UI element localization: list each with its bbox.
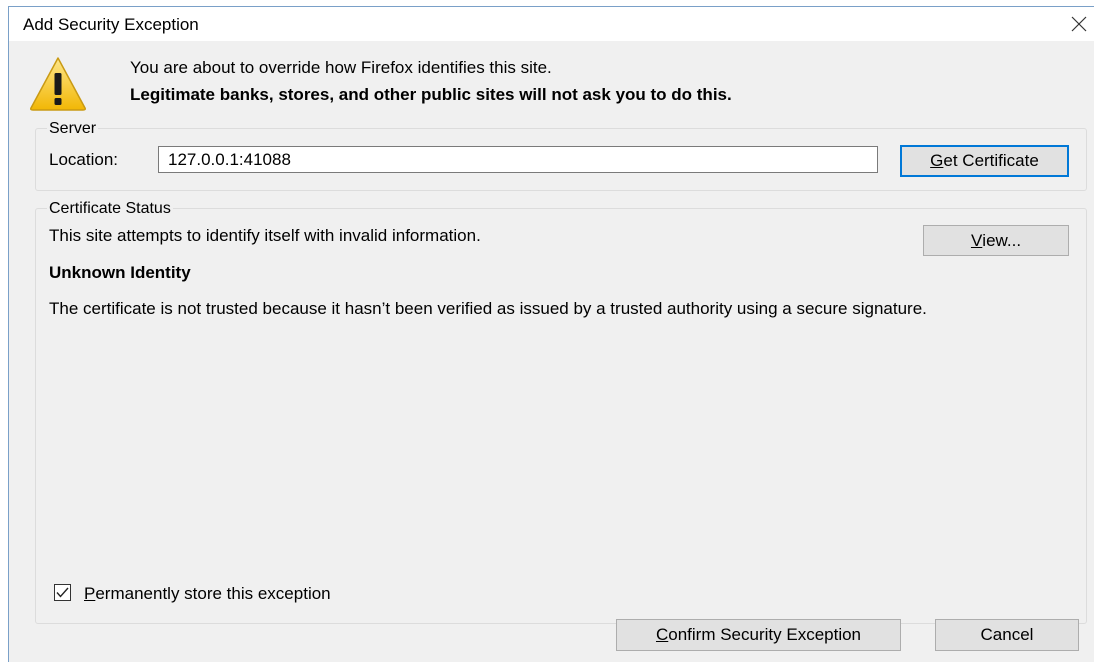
close-icon	[1071, 16, 1087, 32]
cancel-button[interactable]: Cancel	[935, 619, 1079, 651]
confirm-label: onfirm Security Exception	[668, 625, 862, 644]
get-certificate-accel: G	[930, 151, 944, 170]
location-label: Location:	[49, 150, 118, 169]
unknown-identity-heading: Unknown Identity	[49, 263, 191, 282]
permanent-exception-checkbox[interactable]	[54, 584, 71, 601]
permanent-accel: P	[84, 584, 96, 603]
get-certificate-button[interactable]: Get Certificate	[900, 145, 1069, 177]
checkmark-icon	[56, 587, 69, 598]
dialog-title: Add Security Exception	[23, 15, 199, 34]
get-certificate-label: et Certificate	[943, 151, 1039, 170]
confirm-accel: C	[655, 625, 669, 644]
warning-emphasis: Legitimate banks, stores, and other publ…	[130, 85, 732, 104]
certificate-status-group	[35, 208, 1087, 624]
permanent-label-text: ermanently store this exception	[95, 584, 331, 603]
confirm-security-exception-button[interactable]: Confirm Security Exception	[616, 619, 901, 651]
warning-triangle-icon	[30, 57, 86, 111]
title-bar: Add Security Exception	[9, 7, 1094, 41]
certificate-status-group-label: Certificate Status	[47, 200, 173, 218]
permanent-exception-label[interactable]: Permanently store this exception	[84, 584, 331, 604]
cancel-label: Cancel	[980, 625, 1034, 644]
view-accel: V	[970, 230, 983, 250]
view-button[interactable]: View...	[923, 225, 1069, 256]
certificate-status-text: This site attempts to identify itself wi…	[49, 226, 481, 245]
location-input[interactable]	[158, 146, 878, 173]
add-security-exception-dialog: Add Security Exception You are about to …	[8, 6, 1094, 662]
close-button[interactable]	[1065, 11, 1093, 37]
warning-message: You are about to override how Firefox id…	[130, 58, 552, 77]
server-group-label: Server	[47, 120, 99, 138]
view-label: iew...	[982, 230, 1022, 250]
certificate-description: The certificate is not trusted because i…	[49, 299, 927, 318]
